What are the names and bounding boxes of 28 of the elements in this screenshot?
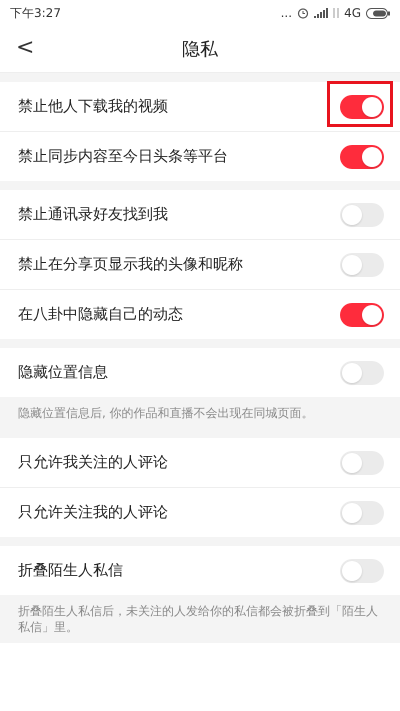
notification-dots: ... bbox=[280, 6, 292, 20]
setting-label: 禁止他人下载我的视频 bbox=[18, 97, 168, 116]
toggle-switch[interactable] bbox=[340, 94, 384, 118]
setting-label: 只允许我关注的人评论 bbox=[18, 453, 168, 472]
toggle-switch[interactable] bbox=[340, 252, 384, 276]
setting-note: 折叠陌生人私信后，未关注的人发给你的私信都会被折叠到「陌生人私信」里。 bbox=[0, 595, 400, 643]
setting-note: 隐藏位置信息后, 你的作品和直播不会出现在同城页面。 bbox=[0, 397, 400, 429]
toggle-switch[interactable] bbox=[340, 144, 384, 168]
alarm-icon bbox=[297, 7, 310, 19]
battery-icon bbox=[366, 8, 390, 18]
toggle-switch[interactable] bbox=[340, 500, 384, 524]
toggle-switch[interactable] bbox=[340, 302, 384, 326]
signal-icon bbox=[314, 8, 328, 18]
status-time: 下午3:27 bbox=[10, 4, 61, 22]
setting-label: 折叠陌生人私信 bbox=[18, 561, 123, 580]
setting-label: 在八卦中隐藏自己的动态 bbox=[18, 305, 183, 324]
setting-label: 只允许关注我的人评论 bbox=[18, 503, 168, 522]
setting-label: 禁止同步内容至今日头条等平台 bbox=[18, 147, 228, 166]
setting-label: 禁止通讯录好友找到我 bbox=[18, 205, 168, 224]
setting-label: 隐藏位置信息 bbox=[18, 363, 108, 382]
network-type: 4G bbox=[344, 6, 361, 20]
toggle-switch[interactable] bbox=[340, 360, 384, 384]
setting-label: 禁止在分享页显示我的头像和昵称 bbox=[18, 255, 243, 274]
toggle-switch[interactable] bbox=[340, 202, 384, 226]
back-button[interactable]: < bbox=[16, 35, 34, 61]
toggle-switch[interactable] bbox=[340, 558, 384, 582]
page-title: 隐私 bbox=[182, 38, 218, 61]
toggle-switch[interactable] bbox=[340, 450, 384, 474]
